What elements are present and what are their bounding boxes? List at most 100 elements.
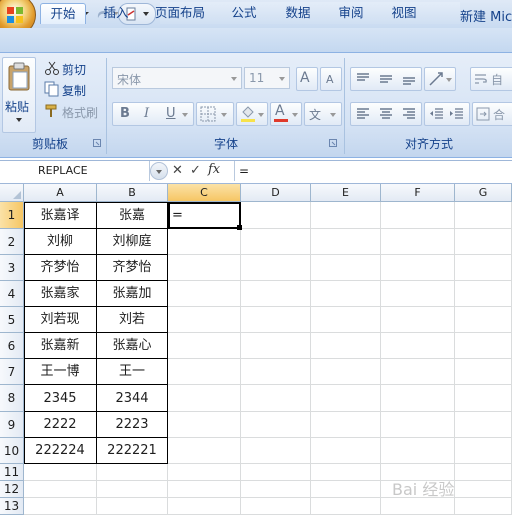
grow-font-button[interactable]: A (296, 67, 318, 91)
cell-a2[interactable]: 刘柳 (24, 229, 97, 255)
cell-a12[interactable] (24, 481, 97, 498)
row-header-7[interactable]: 7 (0, 359, 24, 385)
row-header-6[interactable]: 6 (0, 333, 24, 359)
align-right-icon[interactable] (401, 106, 417, 122)
column-header-b[interactable]: B (97, 184, 168, 202)
cell-f13[interactable] (381, 498, 455, 515)
cell-e7[interactable] (311, 359, 381, 385)
align-bottom-icon[interactable] (401, 71, 417, 87)
insert-function-button[interactable]: fx (208, 162, 220, 177)
underline-button[interactable]: U (166, 106, 176, 121)
cell-c8[interactable] (168, 385, 241, 412)
phonetic-button[interactable]: 文 (304, 102, 342, 126)
tab-review[interactable]: 审阅 (331, 3, 371, 23)
fill-color-button[interactable] (236, 102, 268, 126)
row-header-8[interactable]: 8 (0, 385, 24, 412)
wrap-text-button[interactable]: 自 (470, 67, 512, 91)
bold-button[interactable]: B (120, 106, 130, 121)
orientation-button[interactable] (424, 67, 456, 91)
tab-view[interactable]: 视图 (384, 3, 424, 23)
row-header-3[interactable]: 3 (0, 255, 24, 281)
row-header-4[interactable]: 4 (0, 281, 24, 307)
cell-a8[interactable]: 2345 (24, 385, 97, 412)
cell-d2[interactable] (241, 229, 311, 255)
tab-data[interactable]: 数据 (278, 3, 318, 23)
cell-b9[interactable]: 2223 (97, 412, 168, 438)
cell-e9[interactable] (311, 412, 381, 438)
cell-e1[interactable] (311, 202, 381, 229)
column-header-f[interactable]: F (381, 184, 455, 202)
cell-e6[interactable] (311, 333, 381, 359)
format-painter-button[interactable]: 格式刷 (62, 104, 98, 121)
cell-c5[interactable] (168, 307, 241, 333)
cell-e12[interactable] (311, 481, 381, 498)
cell-f10[interactable] (381, 438, 455, 464)
cell-e5[interactable] (311, 307, 381, 333)
cell-a4[interactable]: 张嘉家 (24, 281, 97, 307)
cell-g13[interactable] (455, 498, 512, 515)
cell-e11[interactable] (311, 464, 381, 481)
cell-a6[interactable]: 张嘉新 (24, 333, 97, 359)
cell-b8[interactable]: 2344 (97, 385, 168, 412)
name-box[interactable]: REPLACE (0, 161, 150, 181)
cut-button[interactable]: 剪切 (62, 61, 86, 78)
row-header-1[interactable]: 1 (0, 202, 24, 229)
cell-f8[interactable] (381, 385, 455, 412)
cell-d1[interactable] (241, 202, 311, 229)
cell-b5[interactable]: 刘若 (97, 307, 168, 333)
column-header-d[interactable]: D (241, 184, 311, 202)
merge-center-button[interactable]: 合 (472, 102, 512, 126)
cell-e10[interactable] (311, 438, 381, 464)
cell-d10[interactable] (241, 438, 311, 464)
italic-button[interactable]: I (144, 106, 149, 121)
cell-b11[interactable] (97, 464, 168, 481)
cell-a9[interactable]: 2222 (24, 412, 97, 438)
cell-d13[interactable] (241, 498, 311, 515)
align-center-icon[interactable] (378, 106, 394, 122)
shrink-font-button[interactable]: A (320, 67, 342, 91)
cell-a5[interactable]: 刘若现 (24, 307, 97, 333)
cell-d8[interactable] (241, 385, 311, 412)
cell-c2[interactable] (168, 229, 241, 255)
cell-b13[interactable] (97, 498, 168, 515)
fill-handle[interactable] (237, 225, 242, 230)
row-header-2[interactable]: 2 (0, 229, 24, 255)
cell-a11[interactable] (24, 464, 97, 481)
cell-f1[interactable] (381, 202, 455, 229)
cell-c9[interactable] (168, 412, 241, 438)
clipboard-dialog-launcher-icon[interactable] (93, 139, 101, 147)
cell-g5[interactable] (455, 307, 512, 333)
cell-b1[interactable]: 张嘉 (97, 202, 168, 229)
cell-d4[interactable] (241, 281, 311, 307)
copy-button[interactable]: 复制 (62, 82, 86, 99)
column-header-a[interactable]: A (24, 184, 97, 202)
cell-c13[interactable] (168, 498, 241, 515)
cell-b4[interactable]: 张嘉加 (97, 281, 168, 307)
increase-indent-icon[interactable] (449, 106, 465, 122)
cell-f7[interactable] (381, 359, 455, 385)
tab-page-layout[interactable]: 页面布局 (148, 3, 212, 23)
column-header-e[interactable]: E (311, 184, 381, 202)
cell-g2[interactable] (455, 229, 512, 255)
cell-d5[interactable] (241, 307, 311, 333)
enter-entry-button[interactable]: ✓ (190, 163, 201, 178)
cell-f9[interactable] (381, 412, 455, 438)
cell-c10[interactable] (168, 438, 241, 464)
cell-f2[interactable] (381, 229, 455, 255)
column-header-c[interactable]: C (168, 184, 241, 202)
cell-a10[interactable]: 222224 (24, 438, 97, 464)
row-header-12[interactable]: 12 (0, 481, 24, 498)
tab-insert[interactable]: 插入 (96, 3, 136, 23)
cell-b7[interactable]: 王一 (97, 359, 168, 385)
cell-e2[interactable] (311, 229, 381, 255)
cell-c3[interactable] (168, 255, 241, 281)
align-left-icon[interactable] (355, 106, 371, 122)
cell-g9[interactable] (455, 412, 512, 438)
cell-f5[interactable] (381, 307, 455, 333)
cell-e13[interactable] (311, 498, 381, 515)
cell-a7[interactable]: 王一博 (24, 359, 97, 385)
row-header-9[interactable]: 9 (0, 412, 24, 438)
cell-b3[interactable]: 齐梦怡 (97, 255, 168, 281)
cell-d7[interactable] (241, 359, 311, 385)
font-dialog-launcher-icon[interactable] (329, 139, 337, 147)
